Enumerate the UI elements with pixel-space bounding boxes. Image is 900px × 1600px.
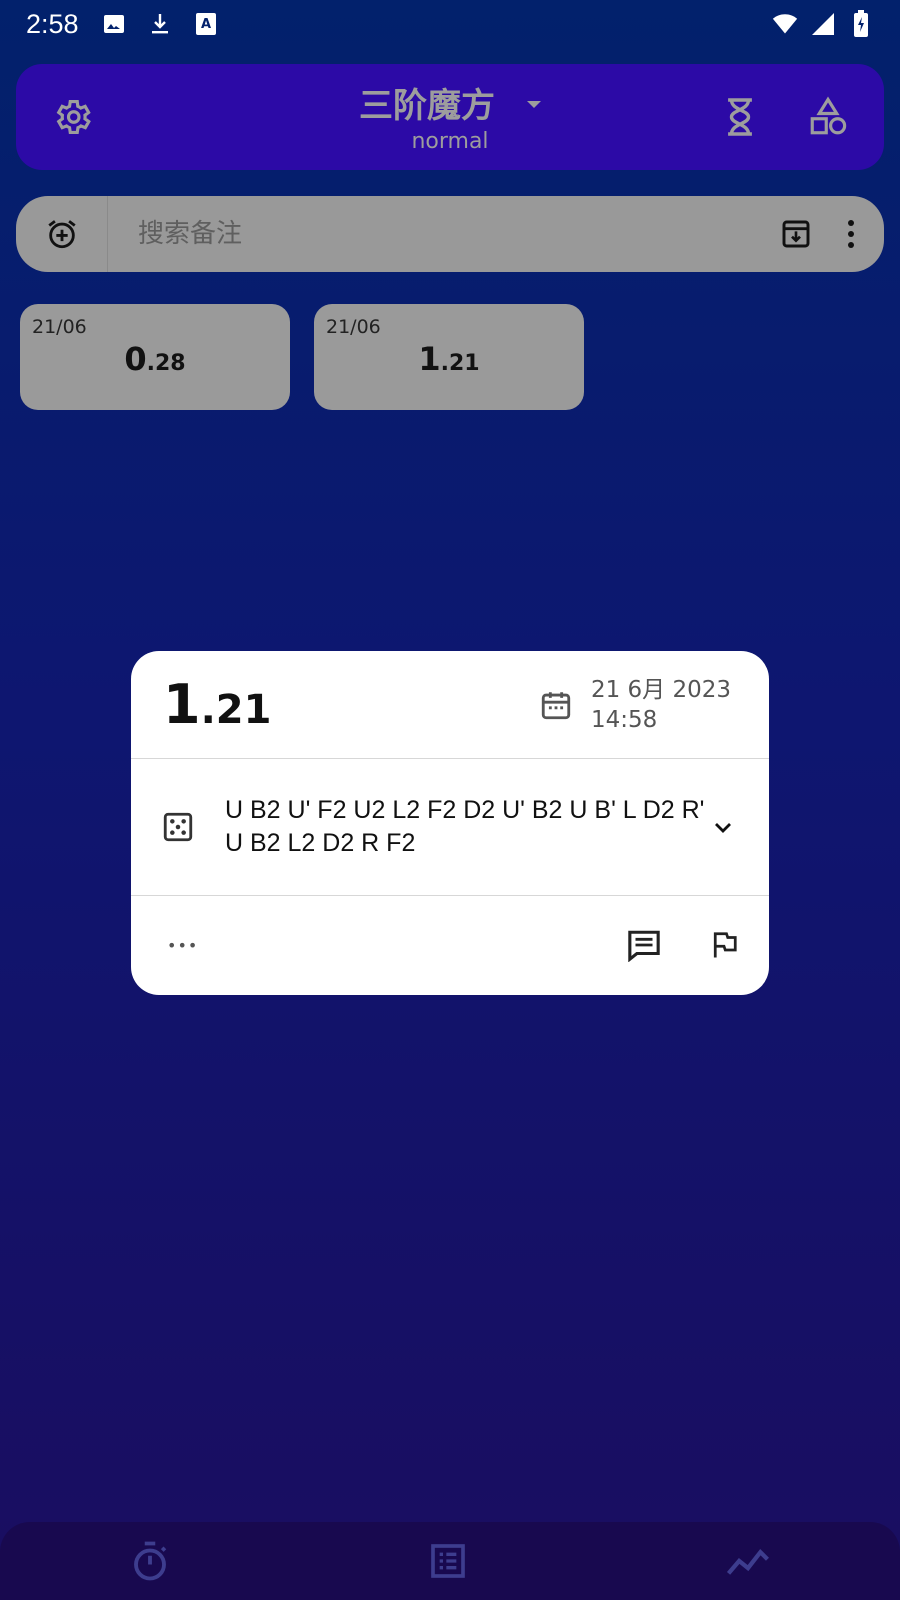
image-icon bbox=[101, 11, 127, 37]
status-time: 2:58 bbox=[26, 8, 79, 39]
comment-icon[interactable] bbox=[627, 928, 661, 962]
chevron-down-icon[interactable] bbox=[711, 815, 735, 839]
scramble-text: U B2 U' F2 U2 L2 F2 D2 U' B2 U B' L D2 R… bbox=[225, 796, 705, 857]
date-line: 21 6月 2023 bbox=[590, 676, 731, 703]
battery-icon bbox=[848, 10, 874, 37]
timer-icon[interactable] bbox=[129, 1540, 171, 1582]
scramble-row: U B2 U' F2 U2 L2 F2 D2 U' B2 U B' L D2 R… bbox=[131, 759, 769, 896]
solve-time: 0.28 bbox=[124, 340, 186, 378]
stats-icon[interactable] bbox=[725, 1545, 771, 1577]
dialog-actions: ••• bbox=[131, 896, 769, 994]
gear-icon[interactable] bbox=[46, 91, 98, 143]
signal-icon bbox=[810, 11, 836, 37]
dialog-date: 21 6月 2023 14:58 bbox=[539, 675, 731, 735]
solve-date: 21/06 bbox=[326, 316, 381, 338]
alarm-add-icon bbox=[47, 220, 76, 249]
solve-list: 21/06 0.28 21/06 1.21 bbox=[20, 304, 584, 410]
dice-icon bbox=[161, 810, 195, 844]
download-icon bbox=[147, 11, 173, 37]
puzzle-selector[interactable]: 三阶魔方 normal bbox=[359, 78, 541, 154]
status-bar: 2:58 A bbox=[0, 0, 900, 48]
bottom-navigation bbox=[0, 1522, 900, 1600]
flag-icon[interactable] bbox=[709, 929, 739, 961]
dialog-solve-time: 1.21 bbox=[163, 673, 272, 736]
time-line: 14:58 bbox=[590, 706, 658, 733]
dropdown-caret-icon bbox=[527, 101, 541, 108]
more-options-button[interactable]: ••• bbox=[167, 936, 198, 955]
solve-card[interactable]: 21/06 0.28 bbox=[20, 304, 290, 410]
puzzle-name: 三阶魔方 bbox=[359, 86, 495, 126]
svg-text:A: A bbox=[201, 17, 211, 32]
hourglass-icon[interactable] bbox=[714, 91, 766, 143]
top-app-bar: 三阶魔方 normal bbox=[16, 64, 884, 170]
dialog-header: 1.21 21 6月 2023 14:58 bbox=[131, 651, 769, 759]
list-icon[interactable] bbox=[428, 1541, 468, 1581]
search-input[interactable] bbox=[108, 196, 780, 272]
solve-date: 21/06 bbox=[32, 316, 87, 338]
text-a-icon: A bbox=[193, 11, 219, 37]
add-alarm-button[interactable] bbox=[16, 196, 108, 272]
archive-download-icon[interactable] bbox=[780, 218, 812, 250]
solve-card[interactable]: 21/06 1.21 bbox=[314, 304, 584, 410]
solve-detail-dialog: 1.21 21 6月 2023 14:58 U B2 U' F2 U2 L2 F… bbox=[131, 651, 769, 995]
calendar-icon bbox=[539, 688, 573, 722]
solve-time: 1.21 bbox=[418, 340, 480, 378]
puzzle-mode: normal bbox=[411, 129, 489, 154]
more-vert-icon[interactable] bbox=[846, 219, 856, 249]
shapes-icon[interactable] bbox=[802, 91, 854, 143]
wifi-icon bbox=[772, 11, 798, 37]
search-bar bbox=[16, 196, 884, 272]
